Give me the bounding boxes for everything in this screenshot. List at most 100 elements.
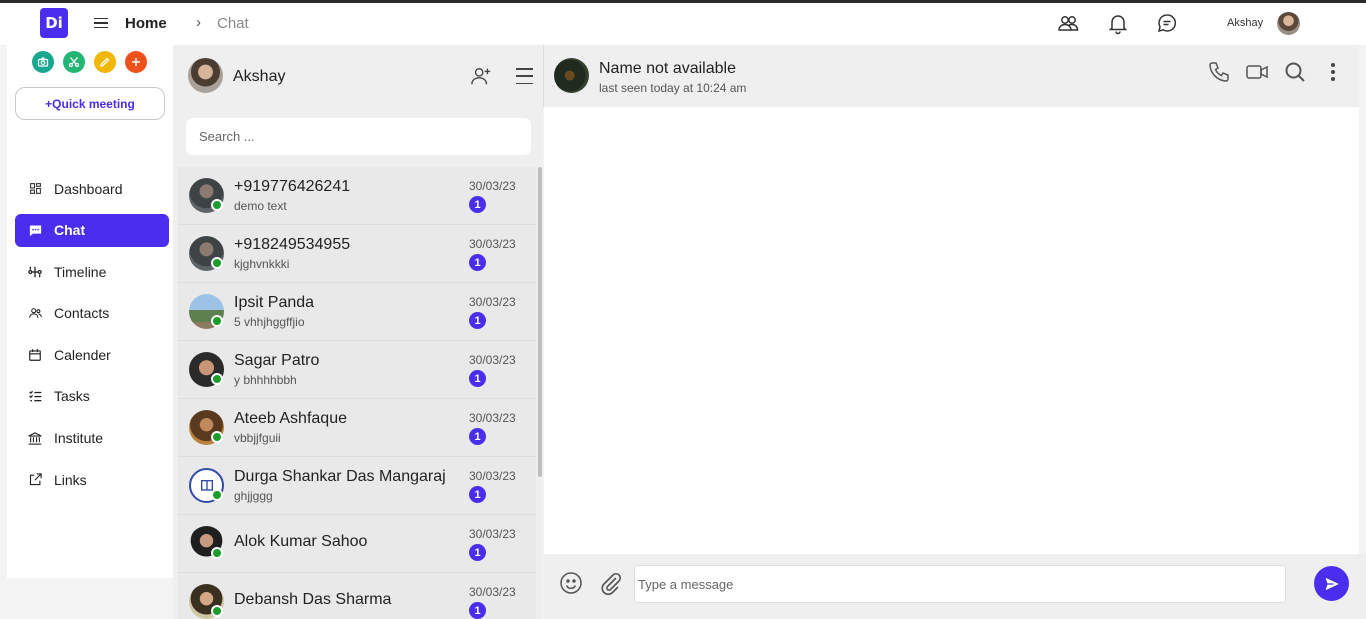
online-indicator	[211, 547, 223, 559]
sidebar-item-chat[interactable]: Chat	[15, 213, 169, 247]
contacts-icon	[27, 305, 43, 321]
sidebar-item-label: Tasks	[54, 388, 90, 405]
scissors-icon[interactable]	[63, 51, 85, 73]
message-date: 30/03/23	[469, 237, 516, 251]
institute-icon	[27, 430, 43, 446]
online-indicator	[211, 199, 223, 211]
sidebar-item-calender[interactable]: Calender	[15, 338, 169, 371]
breadcrumb-chevron-icon: ›	[196, 14, 201, 31]
attachment-icon[interactable]	[599, 571, 623, 595]
unread-badge: 1	[469, 602, 486, 619]
sidebar-item-links[interactable]: Links	[15, 463, 169, 496]
conversation-item[interactable]: Debansh Das Sharma 30/03/23 1	[178, 573, 536, 619]
message-date: 30/03/23	[469, 585, 516, 599]
unread-badge: 1	[469, 254, 486, 271]
conversation-item[interactable]: Ipsit Panda 5 vhhjhggffjio 30/03/23 1	[178, 283, 536, 341]
breadcrumb-home[interactable]: Home	[125, 15, 167, 32]
top-header: Di Home › Chat Akshay	[0, 3, 1366, 45]
online-indicator	[211, 431, 223, 443]
unread-badge: 1	[469, 544, 486, 561]
plus-icon[interactable]	[125, 51, 147, 73]
emoji-icon[interactable]	[559, 571, 583, 595]
sidebar-item-label: Calender	[54, 346, 111, 363]
message-date: 30/03/23	[469, 527, 516, 541]
sidebar-item-institute[interactable]: Institute	[15, 422, 169, 455]
online-indicator	[211, 373, 223, 385]
left-sidebar: +Quick meeting Dashboard Chat Timeline C…	[7, 45, 173, 578]
unread-badge: 1	[469, 486, 486, 503]
chat-actions	[1207, 60, 1345, 84]
chatlist-menu-icon[interactable]	[516, 68, 533, 84]
sidebar-item-contacts[interactable]: Contacts	[15, 297, 169, 330]
sidebar-item-dashboard[interactable]: Dashboard	[15, 172, 169, 205]
video-call-icon[interactable]	[1245, 60, 1269, 84]
message-date: 30/03/23	[469, 469, 516, 483]
chat-header: Name not available last seen today at 10…	[543, 45, 1359, 107]
contact-name: Durga Shankar Das Mangaraj	[234, 468, 446, 485]
contact-name: Alok Kumar Sahoo	[234, 533, 368, 550]
unread-badge: 1	[469, 370, 486, 387]
conversation-item[interactable]: Sagar Patro y bhhhhbbh 30/03/23 1	[178, 341, 536, 399]
send-icon	[1322, 574, 1342, 593]
people-icon[interactable]	[1056, 11, 1080, 35]
message-preview: ghjjggg	[234, 489, 273, 503]
search-icon[interactable]	[1283, 60, 1307, 84]
unread-badge: 1	[469, 196, 486, 213]
chat-bubble-icon[interactable]	[1155, 11, 1179, 35]
sidebar-item-label: Contacts	[54, 305, 110, 322]
user-avatar[interactable]	[1277, 12, 1300, 35]
chatlist-scrollbar[interactable]	[538, 167, 542, 477]
online-indicator	[211, 489, 223, 501]
conversation-item[interactable]: Ateeb Ashfaque vbbjjfguii 30/03/23 1	[178, 399, 536, 457]
message-area	[544, 107, 1359, 554]
contact-avatar[interactable]	[554, 58, 589, 93]
sidebar-item-label: Timeline	[54, 263, 107, 280]
message-input[interactable]	[634, 565, 1286, 603]
unread-badge: 1	[469, 312, 486, 329]
conversation-item[interactable]: +919776426241 demo text 30/03/23 1	[178, 167, 536, 225]
sidebar-item-label: Dashboard	[54, 180, 123, 197]
message-preview: vbbjjfguii	[234, 431, 281, 445]
composer-bar	[544, 554, 1366, 619]
message-date: 30/03/23	[469, 295, 516, 309]
online-indicator	[211, 257, 223, 269]
contact-name: Sagar Patro	[234, 352, 320, 369]
message-preview: y bhhhhbbh	[234, 373, 297, 387]
online-indicator	[211, 605, 223, 617]
chat-list-panel: Akshay +919776426241 demo text 30/03/23 …	[173, 45, 543, 619]
sidebar-item-label: Links	[54, 471, 87, 488]
contact-name: +919776426241	[234, 178, 351, 195]
sidebar-item-label: Institute	[54, 430, 104, 447]
contact-name: Ateeb Ashfaque	[234, 410, 347, 427]
message-date: 30/03/23	[469, 179, 516, 193]
chat-icon	[27, 222, 43, 238]
more-vertical-icon[interactable]	[1321, 60, 1345, 84]
contact-name: Ipsit Panda	[234, 294, 315, 311]
menu-toggle-icon[interactable]	[94, 15, 108, 31]
contact-name: +918249534955	[234, 236, 351, 253]
right-margin	[1359, 45, 1366, 554]
add-contact-icon[interactable]	[470, 65, 492, 87]
message-preview: 5 vhhjhggffjio	[234, 315, 305, 329]
unread-badge: 1	[469, 428, 486, 445]
conversation-item[interactable]: Alok Kumar Sahoo 30/03/23 1	[178, 515, 536, 573]
quick-meeting-button[interactable]: +Quick meeting	[15, 87, 165, 120]
camera-icon[interactable]	[32, 51, 54, 73]
send-button[interactable]	[1314, 566, 1349, 601]
conversation-item[interactable]: Durga Shankar Das Mangaraj ghjjggg 30/03…	[178, 457, 536, 515]
conversation-item[interactable]: +918249534955 kjghvnkkki 30/03/23 1	[178, 225, 536, 283]
tasks-icon	[27, 388, 43, 404]
sidebar-item-timeline[interactable]: Timeline	[15, 255, 169, 288]
message-date: 30/03/23	[469, 411, 516, 425]
message-preview: kjghvnkkki	[234, 257, 290, 271]
bell-icon[interactable]	[1106, 11, 1130, 35]
owner-avatar[interactable]	[188, 58, 223, 93]
sidebar-item-tasks[interactable]: Tasks	[15, 380, 169, 413]
chat-contact-name: Name not available	[599, 60, 736, 77]
phone-icon[interactable]	[1207, 60, 1231, 84]
user-name[interactable]: Akshay	[1227, 17, 1263, 29]
app-logo[interactable]: Di	[40, 8, 68, 38]
pencil-icon[interactable]	[94, 51, 116, 73]
online-indicator	[211, 315, 223, 327]
search-input[interactable]	[186, 118, 531, 155]
